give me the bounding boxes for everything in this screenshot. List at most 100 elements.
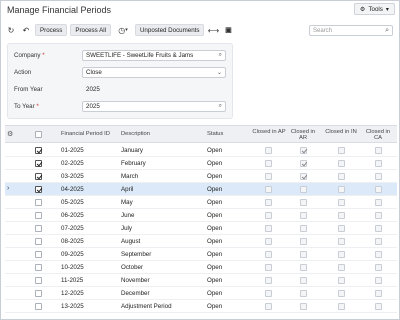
description-cell: February [121,160,146,167]
closed-in-ap-checkbox [265,277,272,284]
closed-in-in-checkbox [338,264,345,271]
periods-grid: ⚙ Financial Period ID Description Status… [5,125,397,318]
status-cell: Open [207,290,223,297]
header-closed-ap[interactable]: Closed in AP [251,129,287,135]
table-row[interactable]: 13-2025 Adjustment Period Open [5,300,397,313]
search-input[interactable]: Search ⌕ [309,25,393,36]
process-button[interactable]: Process [35,24,68,36]
company-row: Company * [14,52,45,59]
period-id-cell: 08-2025 [61,238,84,245]
row-select-checkbox[interactable] [35,303,42,310]
closed-in-in-checkbox [338,277,345,284]
company-label: Company [14,52,41,59]
header-closed-ca[interactable]: Closed in CA [363,129,393,142]
row-select-checkbox[interactable] [35,238,42,245]
status-cell: Open [207,186,223,193]
table-row[interactable]: 01-2025 January Open [5,144,397,157]
process-all-button[interactable]: Process All [70,24,111,36]
closed-in-ca-checkbox [375,303,382,310]
status-cell: Open [207,264,223,271]
select-all-checkbox[interactable] [35,131,42,138]
action-select[interactable]: Close ⌄ [82,67,226,78]
table-row[interactable]: › 04-2025 April Open [5,183,397,196]
table-row[interactable]: 02-2025 February Open [5,157,397,170]
column-settings-icon[interactable]: ⚙ [7,130,13,138]
export-excel-icon[interactable]: ▣ [222,24,234,36]
from-year-label: From Year [14,86,43,93]
header-closed-in[interactable]: Closed in IN [323,129,359,135]
status-cell: Open [207,160,223,167]
to-year-row: To Year * [14,103,39,110]
header-description[interactable]: Description [121,131,150,137]
closed-in-ap-checkbox [265,160,272,167]
closed-in-ca-checkbox [375,225,382,232]
search-icon: ⌕ [218,103,222,109]
row-select-checkbox[interactable] [35,186,42,193]
row-select-checkbox[interactable] [35,173,42,180]
closed-in-in-checkbox [338,212,345,219]
refresh-icon[interactable]: ↻ [5,24,17,36]
closed-in-ca-checkbox [375,147,382,154]
table-row[interactable]: 09-2025 September Open [5,248,397,261]
row-select-checkbox[interactable] [35,277,42,284]
closed-in-ar-checkbox [300,186,307,193]
header-period-id[interactable]: Financial Period ID [61,131,110,137]
search-placeholder: Search [313,27,333,34]
row-select-checkbox[interactable] [35,251,42,258]
row-select-checkbox[interactable] [35,225,42,232]
table-row[interactable]: 11-2025 November Open [5,274,397,287]
search-icon: ⌕ [218,52,222,58]
closed-in-ar-checkbox [300,147,307,154]
row-select-checkbox[interactable] [35,147,42,154]
description-cell: January [121,147,144,154]
description-cell: November [121,277,150,284]
row-select-checkbox[interactable] [35,160,42,167]
tools-button[interactable]: ⚙ Tools ▾ [353,3,395,15]
row-select-checkbox[interactable] [35,264,42,271]
period-id-cell: 05-2025 [61,199,84,206]
closed-in-ar-checkbox [300,277,307,284]
closed-in-ca-checkbox [375,264,382,271]
table-row[interactable]: 12-2025 December Open [5,287,397,300]
closed-in-ap-checkbox [265,264,272,271]
fit-columns-icon[interactable]: ⟷ [207,24,219,36]
description-cell: Adjustment Period [121,303,172,310]
to-year-value: 2025 [86,103,100,110]
page-title: Manage Financial Periods [7,5,112,15]
period-id-cell: 10-2025 [61,264,84,271]
closed-in-in-checkbox [338,199,345,206]
description-cell: July [121,225,133,232]
closed-in-ar-checkbox [300,225,307,232]
closed-in-ap-checkbox [265,251,272,258]
row-select-checkbox[interactable] [35,212,42,219]
undo-icon[interactable]: ↶ [20,24,32,36]
closed-in-in-checkbox [338,147,345,154]
table-row[interactable]: 03-2025 March Open [5,170,397,183]
closed-in-ca-checkbox [375,277,382,284]
description-cell: September [121,251,152,258]
status-cell: Open [207,238,223,245]
schedule-icon[interactable]: ◷ ▾ [114,24,132,36]
unposted-documents-button[interactable]: Unposted Documents [134,24,205,36]
row-select-checkbox[interactable] [35,290,42,297]
row-select-checkbox[interactable] [35,199,42,206]
table-row[interactable]: 07-2025 July Open [5,222,397,235]
closed-in-ca-checkbox [375,212,382,219]
closed-in-ca-checkbox [375,290,382,297]
table-row[interactable]: 05-2025 May Open [5,196,397,209]
filter-form: Company * SWEETLIFE - SweetLife Fruits &… [7,43,233,119]
table-row[interactable]: 08-2025 August Open [5,235,397,248]
to-year-field[interactable]: 2025 ⌕ [82,101,226,112]
gear-icon: ⚙ [359,5,366,13]
chevron-down-icon: ▾ [385,5,389,13]
header-closed-ar[interactable]: Closed in AR [290,129,316,142]
table-row[interactable]: 10-2025 October Open [5,261,397,274]
action-row: Action [14,67,86,78]
status-cell: Open [207,303,223,310]
period-id-cell: 07-2025 [61,225,84,232]
company-field[interactable]: SWEETLIFE - SweetLife Fruits & Jams ⌕ [82,50,226,61]
table-row[interactable]: 06-2025 June Open [5,209,397,222]
description-cell: October [121,264,144,271]
closed-in-ap-checkbox [265,303,272,310]
header-status[interactable]: Status [207,131,223,137]
